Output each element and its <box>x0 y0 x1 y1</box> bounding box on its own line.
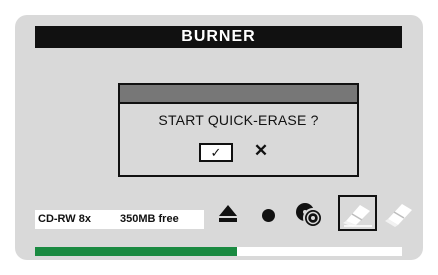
full-erase-icon <box>385 204 412 227</box>
dialog-titlebar <box>120 85 357 104</box>
progress-fill <box>35 247 237 256</box>
free-space: 350MB free <box>120 213 179 225</box>
media-type: CD-RW 8x <box>38 213 91 225</box>
eject-icon <box>218 205 238 222</box>
confirm-dialog: START QUICK-ERASE ? ✓ ✕ <box>118 83 359 177</box>
checkmark-icon: ✓ <box>210 145 222 160</box>
copy-disc-icon <box>296 203 323 228</box>
record-button[interactable] <box>262 209 275 222</box>
quick-erase-icon <box>343 205 372 227</box>
media-info: CD-RW 8x 350MB free <box>35 210 204 229</box>
quick-erase-button[interactable] <box>338 195 377 231</box>
progress-bar <box>35 247 402 256</box>
dialog-actions: ✓ ✕ <box>120 141 357 163</box>
cancel-button[interactable]: ✕ <box>251 141 271 161</box>
copy-disc-button[interactable] <box>295 202 323 228</box>
full-erase-button[interactable] <box>384 198 418 228</box>
eject-button[interactable] <box>218 205 238 225</box>
burner-panel: BURNER START QUICK-ERASE ? ✓ ✕ CD-RW 8x … <box>15 15 423 260</box>
confirm-button[interactable]: ✓ <box>199 143 233 162</box>
close-icon: ✕ <box>253 141 269 160</box>
dialog-message: START QUICK-ERASE ? <box>158 112 319 128</box>
app-title: BURNER <box>35 26 402 48</box>
